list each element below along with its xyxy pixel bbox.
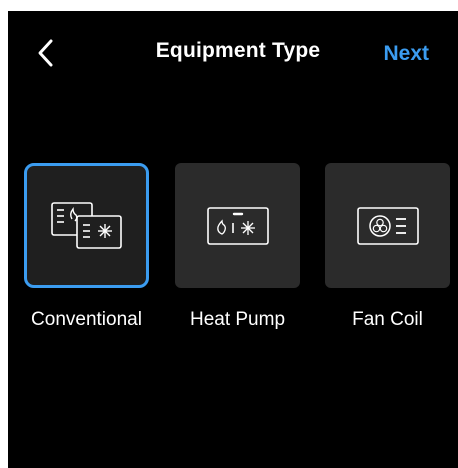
chevron-left-icon xyxy=(38,39,53,67)
option-label-conventional: Conventional xyxy=(31,309,142,330)
page-title: Equipment Type xyxy=(155,39,321,62)
conventional-equipment-icon xyxy=(50,201,122,249)
option-conventional[interactable] xyxy=(24,163,149,288)
fan-coil-icon xyxy=(356,206,419,245)
header: Equipment Type Next xyxy=(8,11,458,95)
heat-pump-icon xyxy=(206,206,269,245)
equipment-type-screen: Equipment Type Next Conventional Heat Pu… xyxy=(8,11,458,468)
next-button[interactable]: Next xyxy=(383,42,429,66)
option-fan-coil[interactable] xyxy=(325,163,450,288)
back-button[interactable] xyxy=(32,35,62,71)
option-label-fan-coil: Fan Coil xyxy=(352,309,423,330)
option-heat-pump[interactable] xyxy=(175,163,300,288)
option-label-heat-pump: Heat Pump xyxy=(189,309,286,330)
